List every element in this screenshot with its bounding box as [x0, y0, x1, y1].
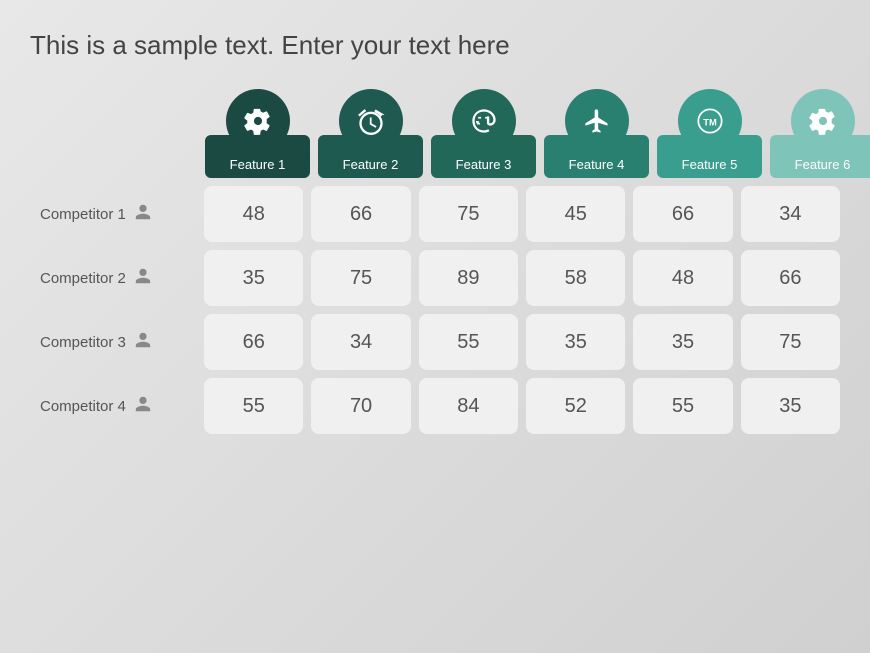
value-cell-r4-c2: 70	[311, 378, 410, 434]
svg-text:TM: TM	[703, 118, 717, 128]
competitor-2-cell: Competitor 2	[30, 267, 196, 290]
gear2-icon	[809, 107, 837, 135]
plane-icon	[583, 107, 611, 135]
competitor-4-name: Competitor 4	[40, 398, 126, 415]
person-icon	[134, 267, 152, 290]
feature-3-icon-wrapper	[452, 89, 516, 153]
feature-4-icon-wrapper	[565, 89, 629, 153]
competitor-row-2: Competitor 2 357589584866	[30, 250, 840, 306]
competitor-3-cell: Competitor 3	[30, 331, 196, 354]
feature-6-icon-wrapper	[791, 89, 855, 153]
value-cell-r3-c4: 35	[526, 314, 625, 370]
person-icon	[134, 331, 152, 354]
gear-icon	[244, 107, 272, 135]
feature-1-icon-wrapper	[226, 89, 290, 153]
value-cell-r3-c5: 35	[633, 314, 732, 370]
value-cell-r1-c5: 66	[633, 186, 732, 242]
value-cell-r3-c1: 66	[204, 314, 303, 370]
feature-5-header: TM Feature 5	[657, 89, 762, 178]
competitor-1-cell: Competitor 1	[30, 203, 196, 226]
feature-6-header: Feature 6	[770, 89, 870, 178]
data-rows: Competitor 1486675456634Competitor 23575…	[30, 186, 840, 442]
person-icon	[134, 395, 152, 418]
person-icon	[134, 203, 152, 226]
competitor-2-name: Competitor 2	[40, 270, 126, 287]
value-cell-r4-c1: 55	[204, 378, 303, 434]
value-cell-r1-c3: 75	[419, 186, 518, 242]
value-cell-r4-c5: 55	[633, 378, 732, 434]
feature-5-icon-wrapper: TM	[678, 89, 742, 153]
competitor-row-1: Competitor 1486675456634	[30, 186, 840, 242]
value-cell-r1-c1: 48	[204, 186, 303, 242]
feature-2-header: Feature 2	[318, 89, 423, 178]
value-cell-r3-c3: 55	[419, 314, 518, 370]
feature-3-header: Feature 3	[431, 89, 536, 178]
competitor-row-3: Competitor 3663455353575	[30, 314, 840, 370]
value-cell-r3-c2: 34	[311, 314, 410, 370]
value-cell-r4-c4: 52	[526, 378, 625, 434]
value-cell-r2-c6: 66	[741, 250, 840, 306]
value-cell-r1-c2: 66	[311, 186, 410, 242]
value-cell-r1-c4: 45	[526, 186, 625, 242]
value-cell-r3-c6: 75	[741, 314, 840, 370]
value-cell-r1-c6: 34	[741, 186, 840, 242]
value-cell-r2-c4: 58	[526, 250, 625, 306]
value-cell-r4-c6: 35	[741, 378, 840, 434]
aperture-icon	[470, 107, 498, 135]
tm-icon: TM	[696, 107, 724, 135]
competitor-row-4: Competitor 4557084525535	[30, 378, 840, 434]
header-row: Feature 1 Feature 2 Feature 3 Feature 4	[30, 89, 840, 178]
alarm-icon	[357, 107, 385, 135]
feature-4-header: Feature 4	[544, 89, 649, 178]
value-cell-r2-c1: 35	[204, 250, 303, 306]
competitor-3-name: Competitor 3	[40, 334, 126, 351]
competitor-1-name: Competitor 1	[40, 206, 126, 223]
feature-2-icon-wrapper	[339, 89, 403, 153]
comparison-table: Feature 1 Feature 2 Feature 3 Feature 4	[30, 89, 840, 442]
value-cell-r4-c3: 84	[419, 378, 518, 434]
feature-1-header: Feature 1	[205, 89, 310, 178]
value-cell-r2-c5: 48	[633, 250, 732, 306]
value-cell-r2-c2: 75	[311, 250, 410, 306]
value-cell-r2-c3: 89	[419, 250, 518, 306]
page-title: This is a sample text. Enter your text h…	[30, 30, 510, 61]
competitor-4-cell: Competitor 4	[30, 395, 196, 418]
